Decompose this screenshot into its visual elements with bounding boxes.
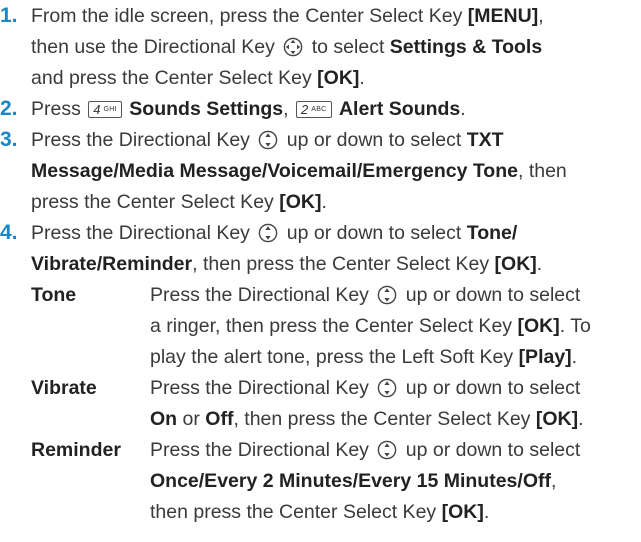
text: . [578,408,584,430]
option-term-tone: Tone [31,284,77,306]
text: then press the Center Select Key [150,501,437,523]
option-desc-line: then press the Center Select Key [OK]. [150,500,489,524]
text: up or down to select [405,284,581,306]
step-4-line-2: Vibrate/Reminder, then press the Center … [31,252,542,276]
ok-key-label: [OK] [517,315,560,337]
keypad-key-4-icon: 4 GHI [88,101,122,118]
option-desc-line: play the alert tone, press the Left Soft… [150,345,577,369]
ok-key-label: [OK] [279,191,322,213]
text: , then press the Center Select Key [233,408,531,430]
four-way-directional-key-icon [284,37,303,57]
option-label: Once/Every 2 Minutes/Every 15 Minutes/Of… [150,470,551,492]
option-desc-line: Press the Directional Key up or down to … [150,438,580,462]
option-label: On [150,408,178,430]
text: up or down to select [286,129,462,151]
text: up or down to select [405,439,581,461]
option-label: Vibrate/Reminder [31,253,193,275]
up-down-directional-key-icon [378,440,397,460]
option-desc-line: a ringer, then press the Center Select K… [150,314,591,338]
text: , [538,5,544,27]
option-desc-line: Press the Directional Key up or down to … [150,376,580,400]
step-1-line-3: and press the Center Select Key [OK]. [31,66,365,90]
keypad-key-2-icon: 2 ABC [295,101,332,118]
text: Press the Directional Key [31,222,250,244]
up-down-directional-key-icon [378,285,397,305]
menu-item-label: Settings & Tools [389,36,543,58]
up-down-directional-key-icon [259,223,278,243]
option-term-reminder: Reminder [31,439,121,461]
step-2-line-1: Press 4 GHI Sounds Settings, 2 ABC Alert S… [31,97,466,121]
text: Press the Directional Key [31,129,250,151]
option-label: Tone/ [466,222,518,244]
ok-key-label: [OK] [535,408,579,430]
text: , [550,470,557,492]
text: Press the Directional Key [150,377,369,399]
option-label: Off [205,408,234,430]
text: . [359,67,365,89]
key-digit: 2 [300,102,309,117]
text: then use the Directional Key [31,36,275,58]
text: a ringer, then press the Center Select K… [150,315,513,337]
step-number: 2. [0,97,18,120]
step-number: 4. [0,221,18,244]
ok-key-label: [OK] [494,253,537,275]
step-3-line-3: press the Center Select Key [OK]. [31,190,327,214]
key-letters: ABC [311,106,327,113]
text: and press the Center Select Key [31,67,312,89]
option-term-vibrate: Vibrate [31,377,97,399]
key-digit: 4 [93,102,101,117]
step-3-line-1: Press the Directional Key up or down to … [31,128,504,152]
text: play the alert tone, press the Left Soft… [150,346,514,368]
option-label: TXT [466,129,504,151]
play-key-label: [Play] [518,346,572,368]
text: Press the Directional Key [150,284,369,306]
text: . [483,501,490,523]
text: , then press the Center Select Key [192,253,490,275]
ok-key-label: [OK] [441,501,484,523]
text: up or down to select [286,222,462,244]
text: press the Center Select Key [31,191,274,213]
up-down-directional-key-icon [378,378,397,398]
instruction-page: 1. From the idle screen, press the Cente… [0,0,641,542]
text: From the idle screen, press the Center S… [31,5,468,27]
menu-key-label: [MENU] [467,5,539,27]
text: Press the Directional Key [150,439,369,461]
text: to select [311,36,385,58]
text: . To [559,315,591,337]
text: . [321,191,327,213]
menu-item-label: Sounds Settings [129,98,284,120]
step-4-line-1: Press the Directional Key up or down to … [31,221,517,245]
step-1-line-1: From the idle screen, press the Center S… [31,4,544,28]
option-desc-line: Press the Directional Key up or down to … [150,283,580,307]
menu-item-label: Alert Sounds [338,98,461,120]
text: , then [517,160,567,182]
text: up or down to select [405,377,581,399]
step-1-line-2: then use the Directional Key to select S… [31,35,542,59]
up-down-directional-key-icon [259,130,278,150]
ok-key-label: [OK] [317,67,360,89]
text: . [536,253,543,275]
key-letters: GHI [103,106,117,113]
text: , [283,98,289,120]
step-number: 1. [0,4,18,27]
option-label: Message/Media Message/Voicemail/Emergenc… [31,160,518,182]
text: . [460,98,466,120]
step-number: 3. [0,128,18,151]
option-desc-line: On or Off, then press the Center Select … [150,407,584,431]
option-desc-line: Once/Every 2 Minutes/Every 15 Minutes/Of… [150,469,556,493]
text: . [571,346,578,368]
text: Press [31,98,81,120]
step-3-line-2: Message/Media Message/Voicemail/Emergenc… [31,159,567,183]
text: or [182,408,200,430]
